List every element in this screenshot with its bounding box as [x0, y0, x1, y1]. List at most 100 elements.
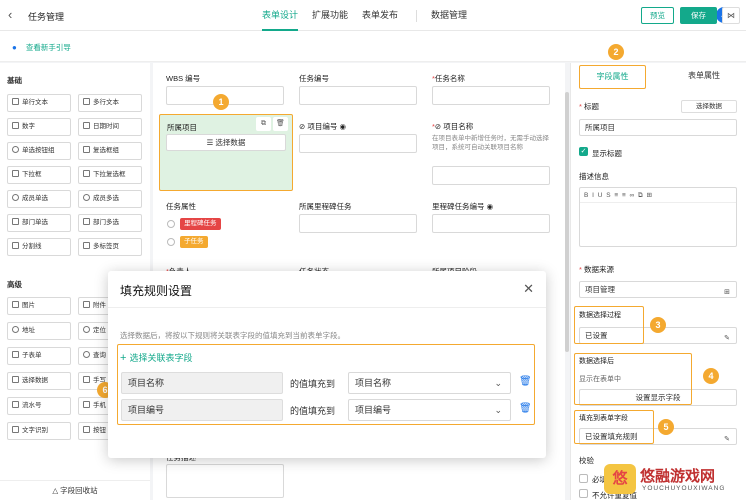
dropdown-icon	[12, 170, 19, 177]
form-icon: ⊞	[724, 289, 730, 296]
rule-source-field: 项目名称	[121, 372, 283, 394]
description-input[interactable]	[166, 464, 284, 498]
desc-editor[interactable]: B I U S ≡ ≡ ∞ ⧉ ⊞	[579, 187, 737, 247]
button-icon	[83, 426, 90, 433]
main-tabs: 表单设计 扩展功能 表单发布 数据管理	[262, 0, 481, 31]
rule-target-select[interactable]: 项目编号 ⌄	[348, 399, 511, 421]
choose-data-button[interactable]: ☰ 选择数据	[166, 134, 286, 151]
wbs-label: WBS 编号	[166, 74, 201, 83]
milestone-no-input[interactable]	[432, 214, 550, 233]
palette-item[interactable]: 日期时间	[78, 118, 142, 136]
address-icon	[12, 326, 19, 333]
add-related-field-button[interactable]: + 选择关联表字段	[120, 351, 192, 364]
close-icon[interactable]: ✕	[523, 281, 534, 297]
task-no-input[interactable]	[299, 86, 417, 105]
task-name-input[interactable]	[432, 86, 550, 105]
text-icon	[12, 98, 19, 105]
field-recycle-bin[interactable]: △ 字段回收站	[0, 480, 150, 500]
edit-icon: ✎	[724, 335, 730, 342]
select-data-icon	[12, 376, 19, 383]
project-name-input[interactable]	[432, 166, 550, 185]
palette-item[interactable]: 子表单	[7, 347, 71, 365]
highlight-after	[574, 353, 692, 405]
chevron-down-icon: ⌄	[494, 405, 502, 415]
palette-item[interactable]: 单行文本	[7, 94, 71, 112]
rule-connector: 的值填充到	[290, 406, 336, 416]
tab-field-props[interactable]: 字段属性	[579, 65, 646, 89]
palette-item[interactable]: 复选框组	[78, 142, 142, 160]
tab-extend[interactable]: 扩展功能	[312, 0, 348, 31]
chevron-left-icon[interactable]: ‹	[8, 7, 12, 22]
watermark-subtitle: YOUCHUYOUXIWANG	[642, 485, 726, 492]
plus-icon: +	[120, 352, 127, 364]
project-no-input[interactable]	[299, 134, 417, 153]
delete-rule-icon[interactable]: 🗑	[519, 376, 532, 387]
palette-item[interactable]: 成员多选	[78, 190, 142, 208]
delete-rule-icon[interactable]: 🗑	[519, 403, 532, 414]
palette-item[interactable]: 下拉框	[7, 166, 71, 184]
image-icon	[12, 301, 19, 308]
palette-item[interactable]: 下拉复选框	[78, 166, 142, 184]
tab-data-manage[interactable]: 数据管理	[431, 0, 467, 31]
no-dup-checkbox[interactable]	[579, 489, 588, 498]
project-field-card[interactable]: 所属项目 ⧉ 🗑 ☰ 选择数据	[159, 114, 293, 191]
tab-form-design[interactable]: 表单设计	[262, 0, 299, 31]
guide-link-label: 查看新手引导	[25, 43, 71, 52]
rule-source-field: 项目编号	[121, 399, 283, 421]
select-data-button[interactable]: 选择数据	[681, 100, 737, 113]
guide-link[interactable]: ● 查看新手引导	[12, 42, 71, 53]
copy-icon[interactable]: ⧉	[256, 117, 271, 131]
palette-item[interactable]: 多行文本	[78, 94, 142, 112]
palette-item[interactable]: 部门单选	[7, 214, 71, 232]
radio-icon	[12, 146, 19, 153]
show-title-checkbox[interactable]: ✓	[579, 147, 588, 156]
source-input[interactable]: 项目管理 ⊞	[579, 281, 737, 298]
tab-publish[interactable]: 表单发布	[362, 0, 398, 31]
palette-item[interactable]: 成员单选	[7, 190, 71, 208]
milestone-tag: 里程碑任务	[180, 218, 221, 230]
recycle-icon: △	[52, 486, 61, 495]
palette-item[interactable]: 文字识别	[7, 422, 71, 440]
task-attr-label: 任务属性	[166, 202, 196, 211]
required-checkbox[interactable]	[579, 474, 588, 483]
share-icon[interactable]: ⋈	[722, 7, 740, 24]
highlight-fill	[574, 410, 654, 444]
step-badge-3: 3	[650, 317, 666, 333]
attachment-icon	[83, 301, 90, 308]
desc-label: 描述信息	[579, 172, 609, 181]
task-no-label: 任务编号	[299, 74, 329, 83]
textarea-icon	[83, 98, 90, 105]
multi-dropdown-icon	[83, 170, 90, 177]
step-badge-5: 5	[658, 419, 674, 435]
eye-icon: ◉	[337, 122, 347, 131]
editor-toolbar[interactable]: B I U S ≡ ≡ ∞ ⧉ ⊞	[580, 188, 736, 203]
palette-item[interactable]: 单选按钮组	[7, 142, 71, 160]
serial-icon	[12, 401, 19, 408]
palette-item[interactable]: 多标签页	[78, 238, 142, 256]
eye-icon: ◉	[484, 202, 494, 211]
dialog-description: 选择数据后，将按以下规则将关联表字段的值填充到当前表单字段。	[120, 331, 345, 340]
trash-icon[interactable]: 🗑	[273, 117, 288, 131]
project-label: 所属项目	[167, 123, 197, 132]
milestone-task-input[interactable]	[299, 214, 417, 233]
rule-target-select[interactable]: 项目名称 ⌄	[348, 372, 511, 394]
palette-item[interactable]: 地址	[7, 322, 71, 340]
palette-item[interactable]: 分割线	[7, 238, 71, 256]
palette-item[interactable]: 部门多选	[78, 214, 142, 232]
subtask-radio[interactable]	[167, 238, 175, 246]
tabs-icon	[83, 242, 90, 249]
title-input[interactable]: 所属项目	[579, 119, 737, 136]
palette-item[interactable]: 图片	[7, 297, 71, 315]
palette-item[interactable]: 流水号	[7, 397, 71, 415]
lightbulb-icon: ●	[12, 43, 17, 52]
step-badge-4: 4	[703, 368, 719, 384]
palette-item[interactable]: 选择数据	[7, 372, 71, 390]
canvas-scrollbar[interactable]	[565, 92, 569, 352]
palette-item[interactable]: 数字	[7, 118, 71, 136]
tab-form-props[interactable]: 表单属性	[661, 63, 746, 89]
preview-button[interactable]: 预览	[641, 7, 674, 24]
highlight-process	[574, 306, 644, 344]
milestone-radio[interactable]	[167, 220, 175, 228]
save-button[interactable]: 保存	[680, 7, 717, 24]
divider-icon	[12, 242, 19, 249]
